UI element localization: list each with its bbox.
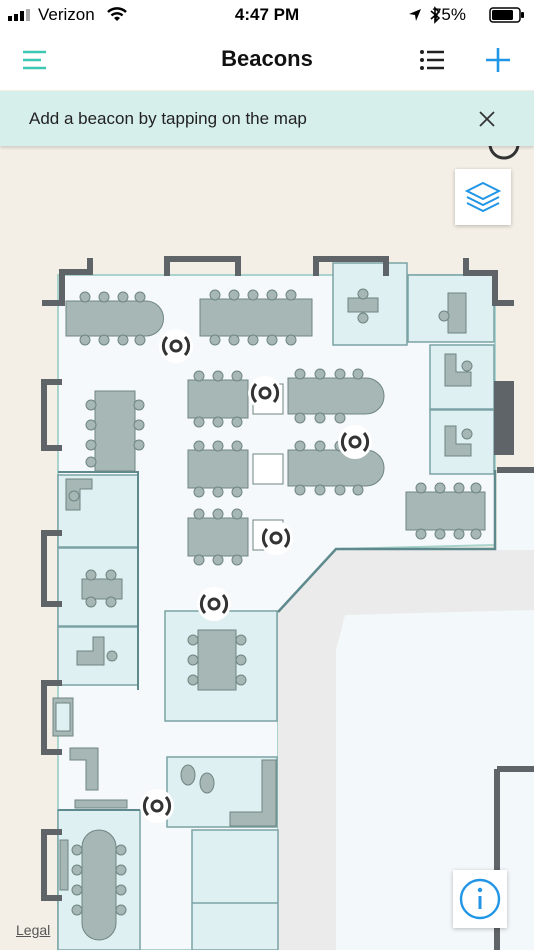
layers-button[interactable] (455, 169, 511, 225)
instruction-banner: Add a beacon by tapping on the map (0, 91, 534, 146)
info-button[interactable] (453, 870, 507, 928)
beacon-icon[interactable] (197, 587, 231, 621)
beacon-icon[interactable] (140, 789, 174, 823)
status-bar: Verizon 4:47 PM 75% (0, 0, 534, 30)
list-view-button[interactable] (417, 45, 447, 75)
room (429, 409, 495, 475)
beacon-icon[interactable] (259, 521, 293, 555)
list-icon (420, 50, 444, 70)
close-icon (479, 111, 495, 127)
legal-link[interactable]: Legal (16, 922, 50, 938)
battery-icon (489, 7, 524, 23)
plus-icon (486, 48, 510, 72)
beacon-icon[interactable] (248, 376, 282, 410)
beacon-icon[interactable] (159, 329, 193, 363)
info-icon (459, 878, 501, 920)
add-beacon-button[interactable] (483, 45, 513, 75)
banner-close-button[interactable] (476, 108, 498, 130)
page-title: Beacons (221, 46, 313, 71)
location-arrow-icon (409, 9, 421, 21)
navigation-bar: Beacons (0, 30, 534, 90)
battery-percent: 75% (431, 5, 466, 24)
beacon-icon[interactable] (338, 425, 372, 459)
room (191, 829, 279, 950)
banner-message: Add a beacon by tapping on the map (29, 109, 307, 128)
layers-icon (464, 181, 502, 213)
